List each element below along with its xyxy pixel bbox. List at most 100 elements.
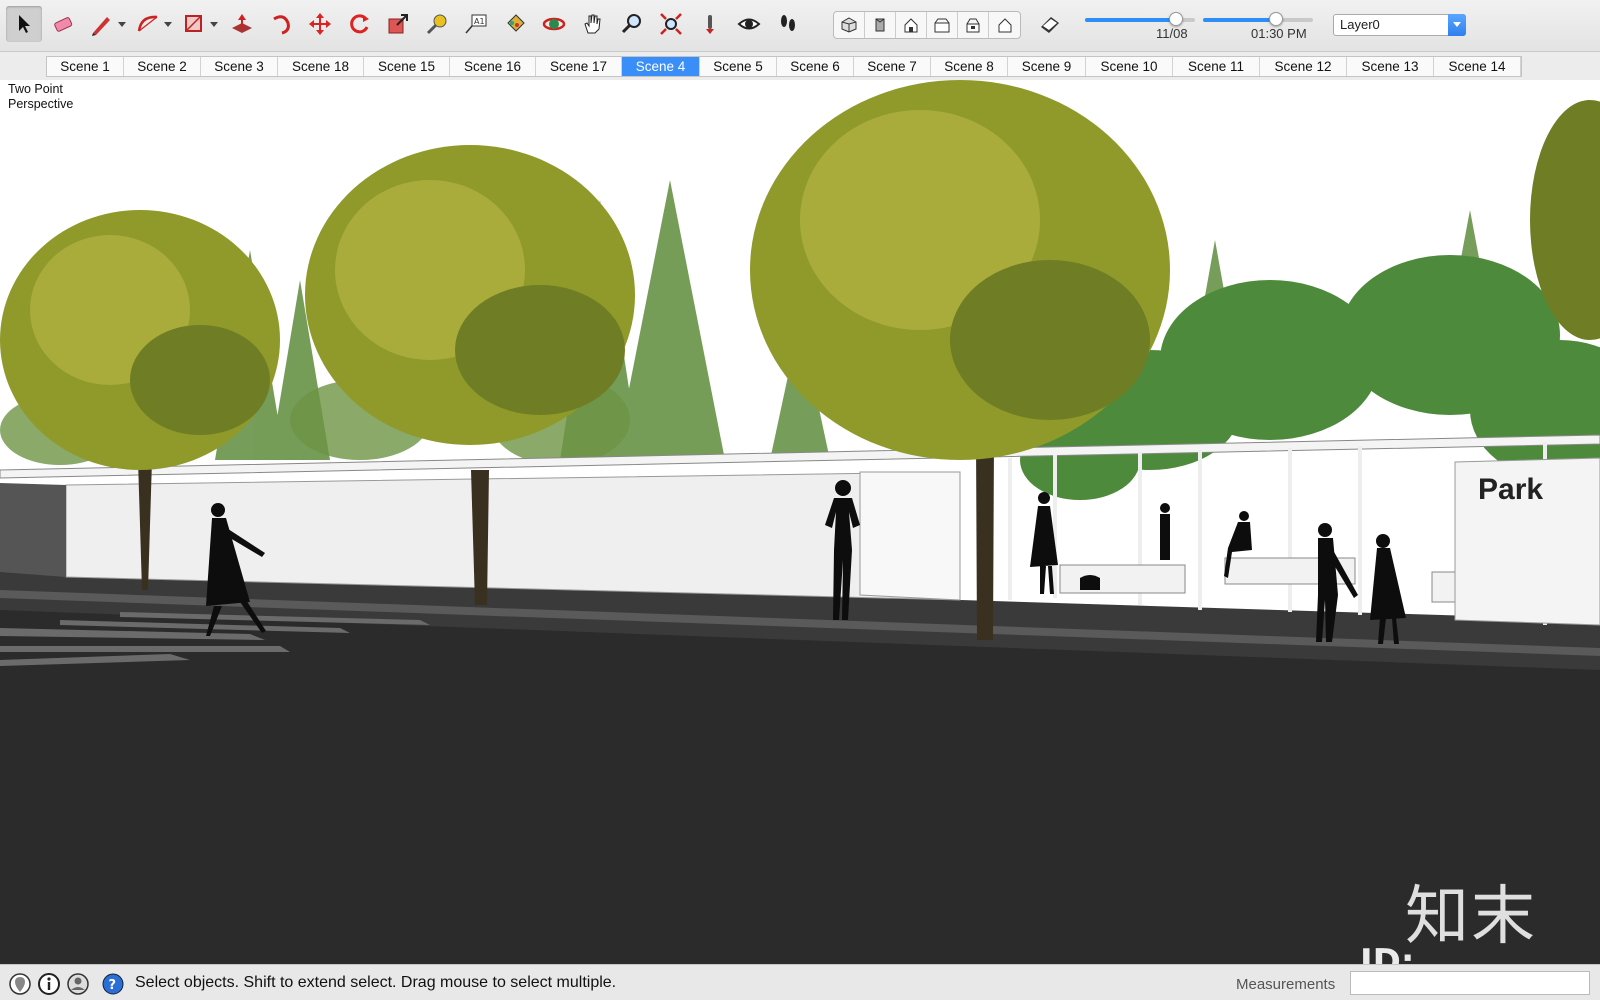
move-icon	[309, 13, 331, 35]
push-pull-icon	[232, 14, 252, 33]
back-view-button[interactable]	[958, 12, 989, 38]
scale-icon	[388, 14, 408, 34]
time-slider[interactable]	[1203, 12, 1313, 26]
scene-tab[interactable]: Scene 11	[1173, 57, 1260, 76]
chevron-down-icon[interactable]	[164, 20, 172, 28]
left-view-icon	[998, 18, 1011, 33]
bench	[1431, 571, 1458, 603]
scene-tab[interactable]: Scene 15	[364, 57, 450, 76]
scale-tool-button[interactable]	[380, 6, 416, 42]
right-view-icon	[934, 18, 950, 33]
rectangle-icon	[185, 15, 202, 32]
shadows-toggle-button[interactable]	[1032, 6, 1068, 42]
text-tool-button[interactable]: A1	[458, 6, 494, 42]
chevron-down-icon[interactable]	[1448, 14, 1466, 36]
scene-tab[interactable]: Scene 2	[124, 57, 201, 76]
orbit-icon	[542, 17, 566, 31]
top-view-icon	[875, 18, 885, 32]
user-account-icon[interactable]	[66, 972, 90, 996]
move-tool-button[interactable]	[302, 6, 338, 42]
iso-view-button[interactable]	[834, 12, 865, 38]
scene-tab[interactable]: Scene 6	[777, 57, 854, 76]
scene-tabs: Scene 1 Scene 2 Scene 3 Scene 18 Scene 15 Sce…	[46, 56, 1522, 77]
pan-tool-button[interactable]	[575, 6, 611, 42]
park-sign-text: Park	[1478, 473, 1544, 506]
time-slider-thumb[interactable]	[1268, 12, 1283, 26]
scene-tab[interactable]: Scene 10	[1086, 57, 1173, 76]
pavilion-dark-end	[0, 483, 66, 577]
arc-tool-button[interactable]	[130, 6, 166, 42]
look-around-icon	[737, 18, 761, 30]
help-icon[interactable]: ?	[101, 972, 125, 996]
pan-icon	[584, 14, 601, 34]
arc-icon	[137, 15, 158, 32]
eraser-tool-button[interactable]	[45, 6, 81, 42]
select-icon	[19, 15, 30, 33]
zoom-icon	[621, 14, 641, 34]
left-view-button[interactable]	[989, 12, 1020, 38]
rectangle-tool-button[interactable]	[176, 6, 212, 42]
top-view-button[interactable]	[865, 12, 896, 38]
follow-me-tool-button[interactable]	[263, 6, 299, 42]
scene-tab[interactable]: Scene 5	[700, 57, 777, 76]
time-slider-fill	[1203, 18, 1276, 22]
push-pull-tool-button[interactable]	[224, 6, 260, 42]
scene-tab[interactable]: Scene 8	[931, 57, 1008, 76]
sketchup-window: A1 11/08 01:30 PM Layer0 Scene 1 Scene 2…	[0, 0, 1600, 1000]
eraser-icon	[54, 17, 73, 32]
look-around-tool-button[interactable]	[731, 6, 767, 42]
measurements-input[interactable]	[1350, 971, 1590, 995]
follow-me-icon	[273, 15, 290, 35]
zoom-extents-tool-button[interactable]	[653, 6, 689, 42]
scene-tab[interactable]: Scene 1	[47, 57, 124, 76]
svg-text:?: ?	[109, 978, 117, 993]
scene-tab[interactable]: Scene 4	[622, 57, 700, 76]
pencil-tool-button[interactable]	[84, 6, 120, 42]
iso-view-icon	[841, 17, 857, 33]
credits-info-icon[interactable]	[37, 972, 61, 996]
pavilion-wall	[65, 471, 961, 601]
pavilion-corner	[859, 471, 961, 601]
tape-measure-icon	[426, 14, 447, 35]
main-toolbar: A1 11/08 01:30 PM Layer0	[0, 0, 1600, 52]
scene-tab[interactable]: Scene 16	[450, 57, 536, 76]
right-view-button[interactable]	[927, 12, 958, 38]
scene-tab[interactable]: Scene 3	[201, 57, 278, 76]
orbit-tool-button[interactable]	[536, 6, 572, 42]
layer-dropdown[interactable]: Layer0	[1333, 14, 1466, 36]
front-view-button[interactable]	[896, 12, 927, 38]
date-slider[interactable]	[1085, 12, 1195, 26]
position-camera-tool-button[interactable]	[692, 6, 728, 42]
scene-render	[0, 80, 1600, 964]
rotate-tool-button[interactable]	[341, 6, 377, 42]
position-camera-icon	[706, 15, 714, 34]
layer-dropdown-value: Layer0	[1340, 17, 1380, 32]
status-hint: Select objects. Shift to extend select. …	[135, 974, 617, 991]
tape-measure-tool-button[interactable]	[419, 6, 455, 42]
scene-tab[interactable]: Scene 13	[1347, 57, 1434, 76]
watermark-id: ID: 1179173361	[1360, 942, 1415, 964]
rotate-icon	[350, 14, 369, 34]
walk-tool-button[interactable]	[770, 6, 806, 42]
scene-tab[interactable]: Scene 14	[1434, 57, 1521, 76]
scene-tab[interactable]: Scene 7	[854, 57, 931, 76]
zoom-extents-icon	[660, 13, 682, 35]
chevron-down-icon[interactable]	[118, 20, 126, 28]
date-slider-thumb[interactable]	[1169, 12, 1184, 26]
geo-location-icon[interactable]	[8, 972, 32, 996]
paint-bucket-icon	[507, 14, 525, 32]
text-icon: A1	[465, 14, 487, 34]
date-label: 11/08	[1156, 26, 1188, 41]
paint-bucket-tool-button[interactable]	[497, 6, 533, 42]
model-viewport[interactable]: Two Point Perspective Park 知末 ID: 117917…	[0, 80, 1600, 964]
bench	[1059, 564, 1186, 594]
chevron-down-icon[interactable]	[210, 20, 218, 28]
scene-tab[interactable]: Scene 12	[1260, 57, 1347, 76]
status-bar: ? Select objects. Shift to extend select…	[0, 964, 1600, 1000]
camera-mode-label: Two Point Perspective	[8, 82, 74, 111]
scene-tab[interactable]: Scene 17	[536, 57, 622, 76]
select-tool-button[interactable]	[6, 6, 42, 42]
zoom-tool-button[interactable]	[614, 6, 650, 42]
scene-tab[interactable]: Scene 9	[1008, 57, 1086, 76]
scene-tab[interactable]: Scene 18	[278, 57, 364, 76]
